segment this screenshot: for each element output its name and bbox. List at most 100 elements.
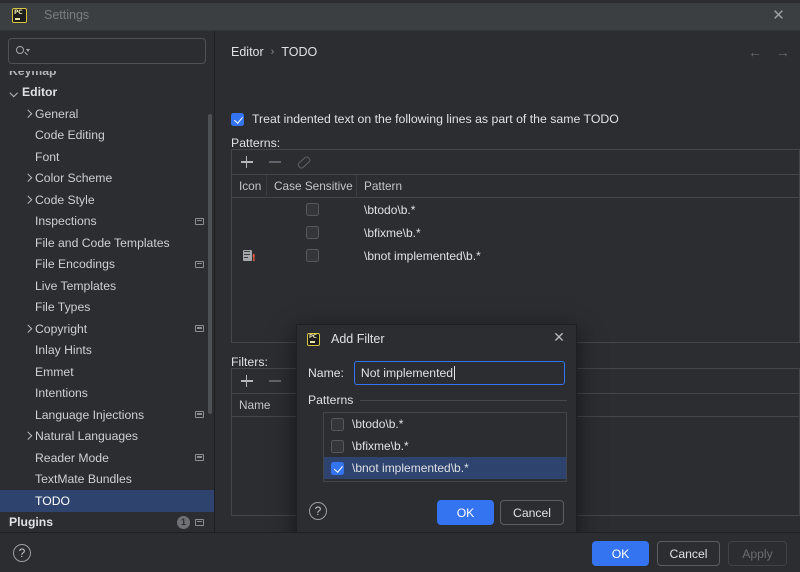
ok-button[interactable]: OK: [592, 541, 649, 566]
sidebar-item-label: Copyright: [35, 321, 88, 336]
sidebar-item-file-and-code-templates[interactable]: File and Code Templates: [0, 232, 214, 254]
case-sensitive-checkbox[interactable]: [305, 249, 319, 262]
remove-icon: [268, 155, 282, 169]
patterns-panel: Icon Case Sensitive Pattern \btodo\b.* \b…: [231, 149, 800, 343]
treat-indented-option[interactable]: Treat indented text on the following lin…: [231, 112, 619, 126]
sidebar-item-todo[interactable]: TODO: [0, 490, 214, 512]
treat-indented-label: Treat indented text on the following lin…: [252, 112, 619, 126]
arrow-right-icon[interactable]: →: [776, 44, 790, 60]
window-title: Settings: [44, 8, 90, 22]
sidebar-item-editor[interactable]: Editor: [0, 82, 214, 104]
sidebar-item-language-injections[interactable]: Language Injections: [0, 404, 214, 426]
sidebar-item-file-encodings[interactable]: File Encodings: [0, 254, 214, 276]
pattern-text: \bnot implemented\b.*: [364, 248, 481, 263]
add-icon[interactable]: [240, 374, 254, 388]
pattern-checkbox[interactable]: [331, 461, 344, 475]
arrow-left-icon[interactable]: ←: [748, 44, 762, 60]
cell-case-sensitive[interactable]: [267, 221, 357, 244]
pycharm-icon: PC: [12, 7, 27, 23]
project-scope-icon: [195, 454, 204, 461]
dialog-title: Add Filter: [331, 332, 385, 346]
sidebar-item-natural-languages[interactable]: Natural Languages: [0, 426, 214, 448]
sidebar-item-live-templates[interactable]: Live Templates: [0, 275, 214, 297]
breadcrumb-separator: ›: [270, 46, 275, 58]
treat-indented-checkbox[interactable]: [231, 112, 244, 126]
cell-icon: [232, 221, 267, 244]
cell-icon: !: [232, 244, 267, 267]
close-icon[interactable]: ✕: [552, 331, 566, 346]
search-box[interactable]: [8, 38, 206, 64]
list-item[interactable]: \bnot implemented\b.*: [324, 457, 566, 479]
sidebar-item-label: Natural Languages: [35, 429, 138, 444]
patterns-table-header: Icon Case Sensitive Pattern: [232, 174, 799, 198]
sidebar-item-label: Live Templates: [35, 278, 117, 293]
sidebar-item-emmet[interactable]: Emmet: [0, 361, 214, 383]
sidebar-item-font[interactable]: Font: [0, 146, 214, 168]
cell-case-sensitive[interactable]: [267, 198, 357, 221]
help-icon[interactable]: ?: [309, 502, 327, 520]
cell-icon: [232, 198, 267, 221]
breadcrumb-parent[interactable]: Editor: [231, 45, 264, 59]
name-field[interactable]: Not implemented: [353, 361, 565, 385]
cell-case-sensitive[interactable]: [267, 244, 357, 267]
apply-button: Apply: [728, 541, 787, 566]
close-icon[interactable]: ✕: [771, 8, 786, 23]
sidebar-item-inspections[interactable]: Inspections: [0, 211, 214, 233]
sidebar-scrollbar[interactable]: [208, 114, 212, 414]
add-filter-dialog: PC Add Filter ✕ Name: Not implemented Pa…: [296, 324, 577, 540]
chevron-right-icon[interactable]: [22, 323, 33, 334]
sidebar-item-label: Plugins: [9, 515, 54, 530]
dialog-ok-button[interactable]: OK: [437, 500, 494, 525]
sidebar-item-keymap[interactable]: Keymap: [0, 71, 214, 82]
list-item[interactable]: \bfixme\b.*: [324, 435, 566, 457]
table-row[interactable]: \bfixme\b.*: [232, 221, 799, 244]
chevron-right-icon[interactable]: [22, 431, 33, 442]
cell-pattern: \bnot implemented\b.*: [357, 244, 799, 267]
dialog-cancel-button[interactable]: Cancel: [500, 500, 564, 525]
chevron-right-icon[interactable]: [22, 194, 33, 205]
chevron-down-icon[interactable]: [9, 87, 20, 98]
breadcrumb: Editor › TODO: [231, 45, 317, 59]
sidebar-item-intentions[interactable]: Intentions: [0, 383, 214, 405]
remove-icon: [268, 374, 282, 388]
pattern-checkbox[interactable]: [331, 439, 344, 453]
patterns-toolbar: [232, 150, 799, 175]
chevron-right-icon[interactable]: [22, 173, 33, 184]
project-scope-icon: [195, 411, 204, 418]
cancel-button[interactable]: Cancel: [657, 541, 720, 566]
sidebar-item-label: Keymap: [9, 71, 56, 78]
sidebar-item-plugins[interactable]: Plugins 1: [0, 512, 214, 533]
sidebar-item-code-style[interactable]: Code Style: [0, 189, 214, 211]
pattern-checkbox[interactable]: [331, 417, 344, 431]
table-row[interactable]: \btodo\b.*: [232, 198, 799, 221]
patterns-table-body: \btodo\b.* \bfixme\b.*! \bnot implemented\…: [232, 198, 799, 267]
sidebar-item-reader-mode[interactable]: Reader Mode: [0, 447, 214, 469]
sidebar-item-color-scheme[interactable]: Color Scheme: [0, 168, 214, 190]
sidebar-item-label: Inlay Hints: [35, 343, 92, 358]
update-badge: 1: [177, 515, 190, 529]
sidebar-item-inlay-hints[interactable]: Inlay Hints: [0, 340, 214, 362]
add-icon[interactable]: [240, 155, 254, 169]
table-row[interactable]: ! \bnot implemented\b.*: [232, 244, 799, 267]
patterns-label: Patterns:: [231, 136, 281, 150]
sidebar-item-copyright[interactable]: Copyright: [0, 318, 214, 340]
sidebar-item-file-types[interactable]: File Types: [0, 297, 214, 319]
list-item[interactable]: \btodo\b.*: [324, 413, 566, 435]
sidebar-item-general[interactable]: General: [0, 103, 214, 125]
filters-label: Filters:: [231, 355, 268, 369]
sidebar-item-code-editing[interactable]: Code Editing: [0, 125, 214, 147]
cell-pattern: \bfixme\b.*: [357, 221, 799, 244]
group-divider: [360, 399, 567, 401]
pattern-text: \btodo\b.*: [364, 202, 416, 217]
case-sensitive-checkbox[interactable]: [305, 226, 319, 239]
case-sensitive-checkbox[interactable]: [305, 203, 319, 216]
chevron-right-icon[interactable]: [22, 108, 33, 119]
column-pattern: Pattern: [364, 178, 403, 193]
help-icon[interactable]: ?: [13, 544, 31, 562]
sidebar-item-label: Font: [35, 149, 60, 164]
dialog-titlebar: PC Add Filter ✕: [297, 325, 576, 353]
sidebar-item-textmate-bundles[interactable]: TextMate Bundles: [0, 469, 214, 491]
dialog-patterns-group: Patterns: [308, 393, 567, 407]
search-input[interactable]: [33, 44, 198, 58]
sidebar-item-label: Language Injections: [35, 407, 145, 422]
